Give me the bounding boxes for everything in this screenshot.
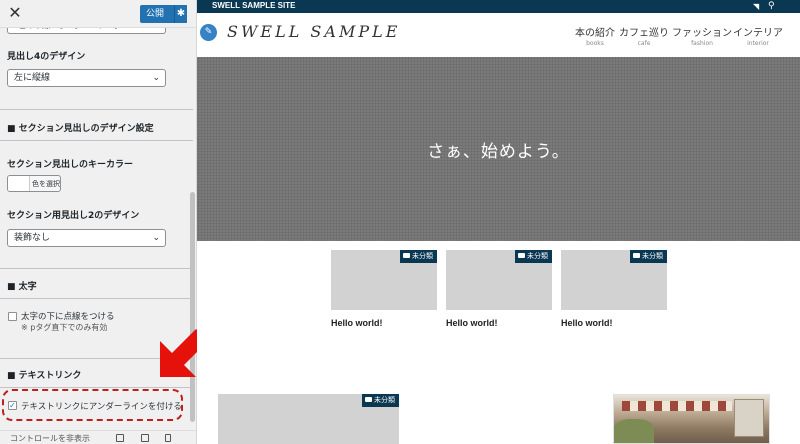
chevron-down-icon: ⌄ (152, 73, 160, 83)
section-key-color-label: セクション見出しのキーカラー (7, 160, 134, 170)
divider (0, 140, 193, 141)
category-label: 未分類 (642, 252, 663, 260)
customizer-header: ✕ 公開 ✱ (0, 0, 196, 28)
text-link-section-title: ■ テキストリンク (7, 371, 82, 381)
category-badge: 未分類 (515, 250, 552, 263)
top-bar: SWELL SAMPLE SITE ◥ ⚲ (197, 0, 800, 13)
hide-controls-button[interactable]: コントロールを非表示 (10, 433, 90, 444)
highlight-dashed-box (2, 389, 183, 421)
nav-label: 本の紹介 (575, 28, 615, 39)
search-icon[interactable]: ⚲ (768, 1, 778, 11)
post-card[interactable]: 未分類 Hello world! (446, 250, 552, 328)
select-color-label: 色を選択 (32, 180, 60, 188)
post-thumbnail[interactable]: 未分類 (446, 250, 552, 310)
color-swatch (8, 176, 30, 191)
nav-item-fashion[interactable]: ファッション fashion (672, 24, 732, 47)
post-card[interactable]: 未分類 Hello world! (561, 250, 667, 328)
section-h2-design-value: 装飾なし (14, 233, 51, 243)
nav-item-cafe[interactable]: カフェ巡り cafe (619, 24, 669, 47)
post-thumbnail-large[interactable]: 未分類 (218, 394, 399, 444)
h4-design-label: 見出し4のデザイン (7, 52, 86, 62)
bold-dot-checkbox[interactable] (8, 312, 17, 321)
window (734, 399, 764, 437)
nav-sub: interior (747, 40, 769, 47)
section-heading-design-title: ■ セクション見出しのデザイン設定 (7, 124, 154, 134)
folder-icon (403, 253, 410, 258)
nav-item-interior[interactable]: インテリア interior (733, 24, 783, 47)
site-preview: SWELL SAMPLE SITE ◥ ⚲ ✎ SWELL SAMPLE 本の紹… (197, 0, 800, 444)
nav-label: カフェ巡り (619, 28, 669, 39)
select-color-button[interactable]: 色を選択 (7, 175, 61, 192)
site-logo[interactable]: SWELL SAMPLE (227, 22, 400, 41)
publish-label: 公開 (146, 9, 165, 19)
cafe-photo[interactable] (613, 394, 770, 444)
hero-text: さぁ、始めよう。 (427, 142, 570, 162)
post-thumbnail[interactable]: 未分類 (561, 250, 667, 310)
category-badge: 未分類 (400, 250, 437, 263)
close-icon[interactable]: ✕ (6, 3, 24, 23)
divider (0, 387, 193, 388)
nav-sub: books (586, 40, 604, 47)
bold-dot-label: 太字の下に点線をつける (21, 312, 115, 322)
section-h2-design-select[interactable]: 装飾なし ⌄ (7, 229, 166, 247)
chevron-down-icon: ⌄ (152, 233, 160, 243)
nav-sub: cafe (637, 40, 651, 47)
tablet-icon[interactable] (141, 434, 149, 442)
awning (622, 401, 732, 411)
category-label: 未分類 (374, 396, 395, 404)
hero-banner: さぁ、始めよう。 (197, 57, 800, 241)
scrollbar[interactable] (190, 192, 195, 422)
post-title[interactable]: Hello world! (561, 318, 667, 328)
divider (0, 298, 193, 299)
tree (614, 419, 654, 443)
post-title[interactable]: Hello world! (446, 318, 552, 328)
nav-item-books[interactable]: 本の紹介 books (575, 24, 615, 47)
category-badge: 未分類 (630, 250, 667, 263)
gear-icon[interactable]: ✱ (174, 5, 187, 23)
post-title[interactable]: Hello world! (331, 318, 437, 328)
mobile-icon[interactable] (165, 434, 171, 442)
h4-design-value: 左に縦線 (14, 73, 51, 83)
folder-icon (633, 253, 640, 258)
bold-section-title: ■ 太字 (7, 282, 37, 292)
category-badge: 未分類 (362, 394, 399, 407)
nav-label: ファッション (672, 28, 732, 39)
site-header: ✎ SWELL SAMPLE 本の紹介 books カフェ巡り cafe ファッ… (197, 13, 800, 57)
divider (0, 268, 193, 269)
rss-icon[interactable]: ◥ (753, 2, 762, 11)
nav-label: インテリア (733, 28, 783, 39)
category-label: 未分類 (412, 252, 433, 260)
category-label: 未分類 (527, 252, 548, 260)
divider (0, 109, 193, 110)
nav-sub: fashion (691, 40, 713, 47)
site-name: SWELL SAMPLE SITE (212, 1, 296, 10)
edit-pencil-icon[interactable]: ✎ (200, 24, 217, 41)
folder-icon (518, 253, 525, 258)
customizer-footer: コントロールを非表示 (0, 430, 196, 444)
folder-icon (365, 397, 372, 402)
post-thumbnail[interactable]: 未分類 (331, 250, 437, 310)
bold-dot-note: ※ pタグ直下でのみ有効 (21, 323, 108, 332)
section-h2-design-label: セクション用見出し2のデザイン (7, 211, 140, 221)
post-card[interactable]: 未分類 Hello world! (331, 250, 437, 328)
h4-design-select[interactable]: 左に縦線 ⌄ (7, 69, 166, 87)
desktop-icon[interactable] (116, 434, 124, 442)
